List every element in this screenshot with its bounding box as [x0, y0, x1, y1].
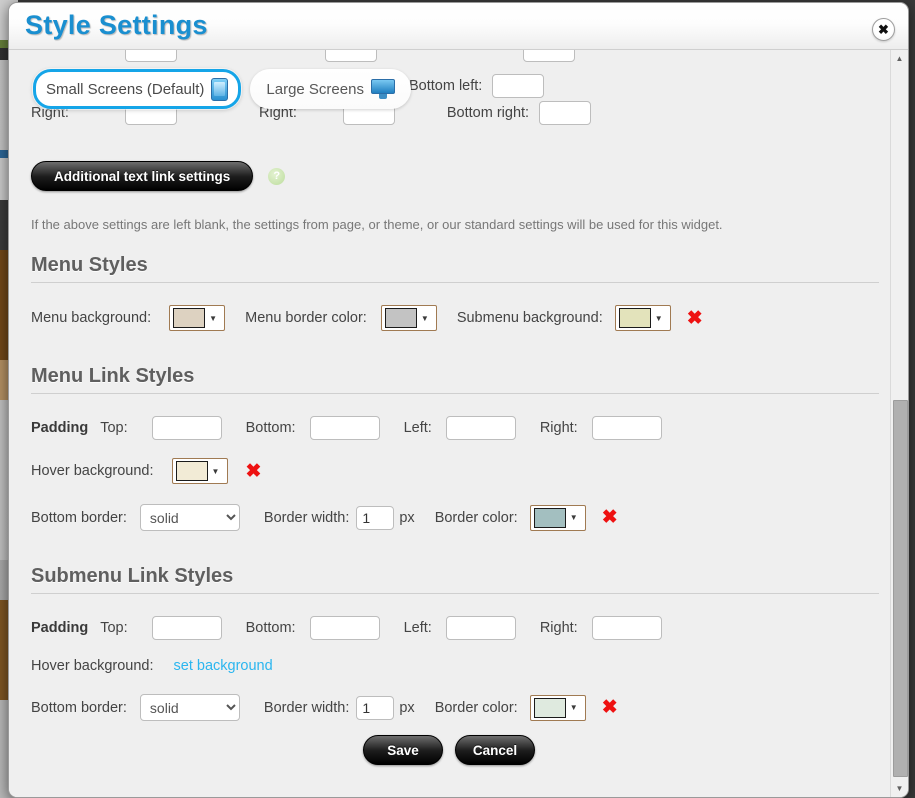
menu-link-padding-label: Padding [31, 420, 89, 436]
bottom-right-input[interactable] [539, 101, 592, 125]
scrollbar-thumb[interactable] [893, 400, 908, 777]
dialog-scroll-area: x Bottom left: Right: Right: Bottom righ… [9, 50, 908, 797]
tab-small-screens-label: Small Screens (Default) [46, 80, 205, 98]
chevron-down-icon: ▼ [209, 313, 218, 323]
menu-link-padding-bottom-input[interactable] [309, 416, 380, 440]
submenu-link-bottom-border-label: Bottom border: [31, 699, 127, 716]
section-heading-menu-styles: Menu Styles [31, 254, 879, 283]
submenu-link-padding-label: Padding [31, 620, 89, 636]
submenu-link-border-width-input[interactable] [356, 695, 395, 720]
clipped-input-a[interactable] [125, 50, 177, 62]
clear-submenu-background-icon[interactable]: ✖ [687, 309, 703, 328]
menu-link-left-label: Left: [403, 420, 432, 436]
vertical-scrollbar[interactable]: ▲ ▼ [890, 50, 908, 797]
menu-link-border-width-unit: px [399, 509, 415, 526]
screen-size-tabs: Small Screens (Default) Large Screens [33, 68, 411, 110]
submenu-background-swatch [618, 308, 651, 328]
submenu-link-left-label: Left: [403, 620, 432, 636]
tab-large-screens-label: Large Screens [266, 80, 364, 98]
style-settings-dialog: Style Settings ✖ x Bottom left: [8, 2, 909, 798]
menu-link-padding-top-input[interactable] [151, 416, 222, 440]
menu-link-padding-left-input[interactable] [445, 416, 516, 440]
clipped-input-b[interactable] [325, 50, 377, 62]
menu-link-top-label: Top: [100, 420, 128, 436]
menu-link-border-width-label: Border width: [263, 509, 350, 526]
submenu-link-hover-background-label: Hover background: [31, 658, 154, 674]
close-icon[interactable]: ✖ [872, 18, 895, 41]
menu-border-color-label: Menu border color: [245, 310, 367, 326]
submenu-link-bottom-border-select[interactable]: solid [139, 694, 240, 721]
submenu-background-label: Submenu background: [456, 310, 603, 326]
additional-text-link-settings-button[interactable]: Additional text link settings [31, 161, 254, 191]
bottom-left-label: Bottom left: [409, 78, 483, 94]
section-heading-submenu-link-styles: Submenu Link Styles [31, 565, 879, 594]
section-heading-menu-link-styles: Menu Link Styles [31, 365, 879, 394]
bottom-right-label: Bottom right: [446, 105, 530, 121]
menu-link-border-color-picker[interactable]: ▼ [529, 504, 586, 531]
settings-hint-text: If the above settings are left blank, th… [31, 217, 723, 232]
menu-border-color-picker[interactable]: ▼ [380, 305, 437, 331]
menu-background-swatch [173, 308, 206, 328]
submenu-link-padding-right-input[interactable] [591, 616, 662, 640]
submenu-link-right-label: Right: [539, 620, 578, 636]
mobile-phone-icon [211, 77, 229, 101]
menu-link-padding-right-input[interactable] [591, 416, 662, 440]
bottom-left-input[interactable] [492, 74, 545, 98]
chevron-down-icon: ▼ [654, 313, 663, 323]
menu-link-hover-background-picker[interactable]: ▼ [171, 458, 228, 484]
chevron-down-icon: ▼ [569, 703, 578, 712]
clear-submenu-link-border-icon[interactable]: ✖ [602, 698, 618, 717]
save-button[interactable]: Save [363, 735, 443, 765]
chevron-down-icon: ▼ [569, 513, 578, 522]
menu-link-border-color-label: Border color: [434, 509, 518, 526]
dialog-footer: Save Cancel [9, 721, 889, 777]
submenu-link-top-label: Top: [100, 620, 128, 636]
submenu-link-border-width-label: Border width: [263, 699, 350, 716]
settings-form: x Bottom left: Right: Right: Bottom righ… [9, 50, 889, 777]
menu-link-right-label: Right: [539, 420, 578, 436]
tab-small-screens[interactable]: Small Screens (Default) [33, 69, 242, 109]
menu-link-border-swatch [533, 507, 566, 528]
scroll-down-icon[interactable]: ▼ [891, 780, 908, 797]
clipped-input-c[interactable] [523, 50, 575, 62]
dialog-titlebar: Style Settings ✖ [9, 3, 908, 50]
desktop-monitor-icon [370, 79, 395, 99]
menu-link-bottom-border-label: Bottom border: [31, 509, 127, 526]
tab-large-screens[interactable]: Large Screens [250, 69, 411, 109]
menu-link-border-width-input[interactable] [356, 505, 395, 530]
submenu-link-border-swatch [533, 697, 566, 718]
clear-menu-link-border-icon[interactable]: ✖ [602, 508, 618, 527]
menu-link-hover-background-label: Hover background: [31, 463, 154, 479]
menu-background-color-picker[interactable]: ▼ [169, 305, 226, 331]
submenu-link-border-color-picker[interactable]: ▼ [529, 694, 586, 721]
help-question-icon[interactable]: ? [268, 167, 286, 185]
submenu-link-border-color-label: Border color: [434, 699, 518, 716]
clear-menu-link-hover-icon[interactable]: ✖ [246, 462, 262, 481]
submenu-background-color-picker[interactable]: ▼ [614, 305, 671, 331]
menu-link-bottom-border-select[interactable]: solid [139, 504, 240, 531]
chevron-down-icon: ▼ [211, 466, 220, 476]
page-title: Style Settings [25, 10, 208, 40]
submenu-link-bottom-label: Bottom: [245, 620, 296, 636]
menu-border-swatch [384, 308, 417, 328]
submenu-link-padding-bottom-input[interactable] [309, 616, 380, 640]
menu-link-hover-swatch [175, 461, 208, 481]
menu-background-label: Menu background: [31, 310, 152, 326]
submenu-link-border-width-unit: px [399, 699, 415, 716]
submenu-link-padding-left-input[interactable] [445, 616, 516, 640]
chevron-down-icon: ▼ [420, 313, 429, 323]
scroll-up-icon[interactable]: ▲ [891, 50, 908, 67]
menu-link-bottom-label: Bottom: [245, 420, 296, 436]
submenu-link-padding-top-input[interactable] [151, 616, 222, 640]
set-background-link[interactable]: set background [174, 658, 273, 674]
cancel-button[interactable]: Cancel [455, 735, 535, 765]
